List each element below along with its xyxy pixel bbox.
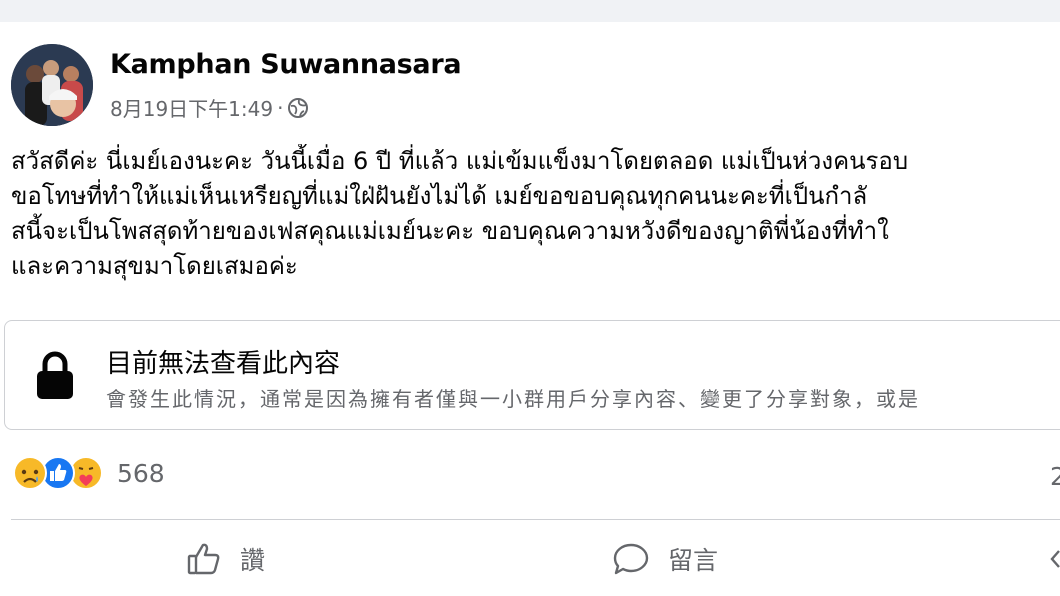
like-label: 讚: [240, 546, 266, 575]
globe-icon[interactable]: [287, 97, 309, 119]
reactions-summary[interactable]: 568: [13, 456, 165, 490]
post-text: สวัสดีค่ะ นี่เมย์เองนะคะ วันนี้เมื่อ 6 ป…: [11, 144, 1060, 284]
share-icon[interactable]: [1050, 547, 1060, 575]
thumbs-up-icon: [187, 543, 220, 575]
author-name[interactable]: Kamphan Suwannasara: [110, 49, 462, 80]
unavailable-title: 目前無法查看此內容: [106, 349, 341, 379]
comment-icon: [613, 543, 649, 575]
post-meta: 8月19日下午1:49 ·: [110, 93, 309, 122]
post-text-line: และความสุขมาโดยเสมอค่ะ: [11, 252, 298, 280]
reaction-count[interactable]: 568: [117, 459, 165, 488]
comment-label: 留言: [668, 546, 719, 575]
post-timestamp[interactable]: 8月19日下午1:49: [110, 93, 273, 122]
comment-button[interactable]: 留言: [612, 534, 718, 584]
sad-reaction-icon: [13, 456, 47, 490]
post-card: Kamphan Suwannasara 8月19日下午1:49 · สวัสดี…: [0, 22, 1060, 596]
comments-count[interactable]: 2: [1050, 462, 1060, 491]
post-text-line: สวัสดีค่ะ นี่เมย์เองนะคะ วันนี้เมื่อ 6 ป…: [11, 147, 909, 175]
meta-separator: ·: [277, 95, 284, 120]
unavailable-content-box[interactable]: 目前無法查看此內容 會發生此情況，通常是因為擁有者僅與一小群用戶分享內容、變更了…: [4, 320, 1060, 430]
post-text-line: สนี้จะเป็นโพสสุดท้ายของเฟสคุณแม่เมย์นะคะ…: [11, 217, 889, 245]
post-text-line: ขอโทษที่ทำให้แม่เห็นเหรียญที่แม่ใฝ่ฝันยั…: [11, 182, 868, 210]
like-button[interactable]: 讚: [186, 534, 265, 584]
lock-icon: [37, 351, 73, 399]
author-avatar[interactable]: [11, 44, 93, 126]
actions-divider: [11, 519, 1060, 520]
unavailable-description: 會發生此情況，通常是因為擁有者僅與一小群用戶分享內容、變更了分享對象，或是: [106, 387, 920, 411]
